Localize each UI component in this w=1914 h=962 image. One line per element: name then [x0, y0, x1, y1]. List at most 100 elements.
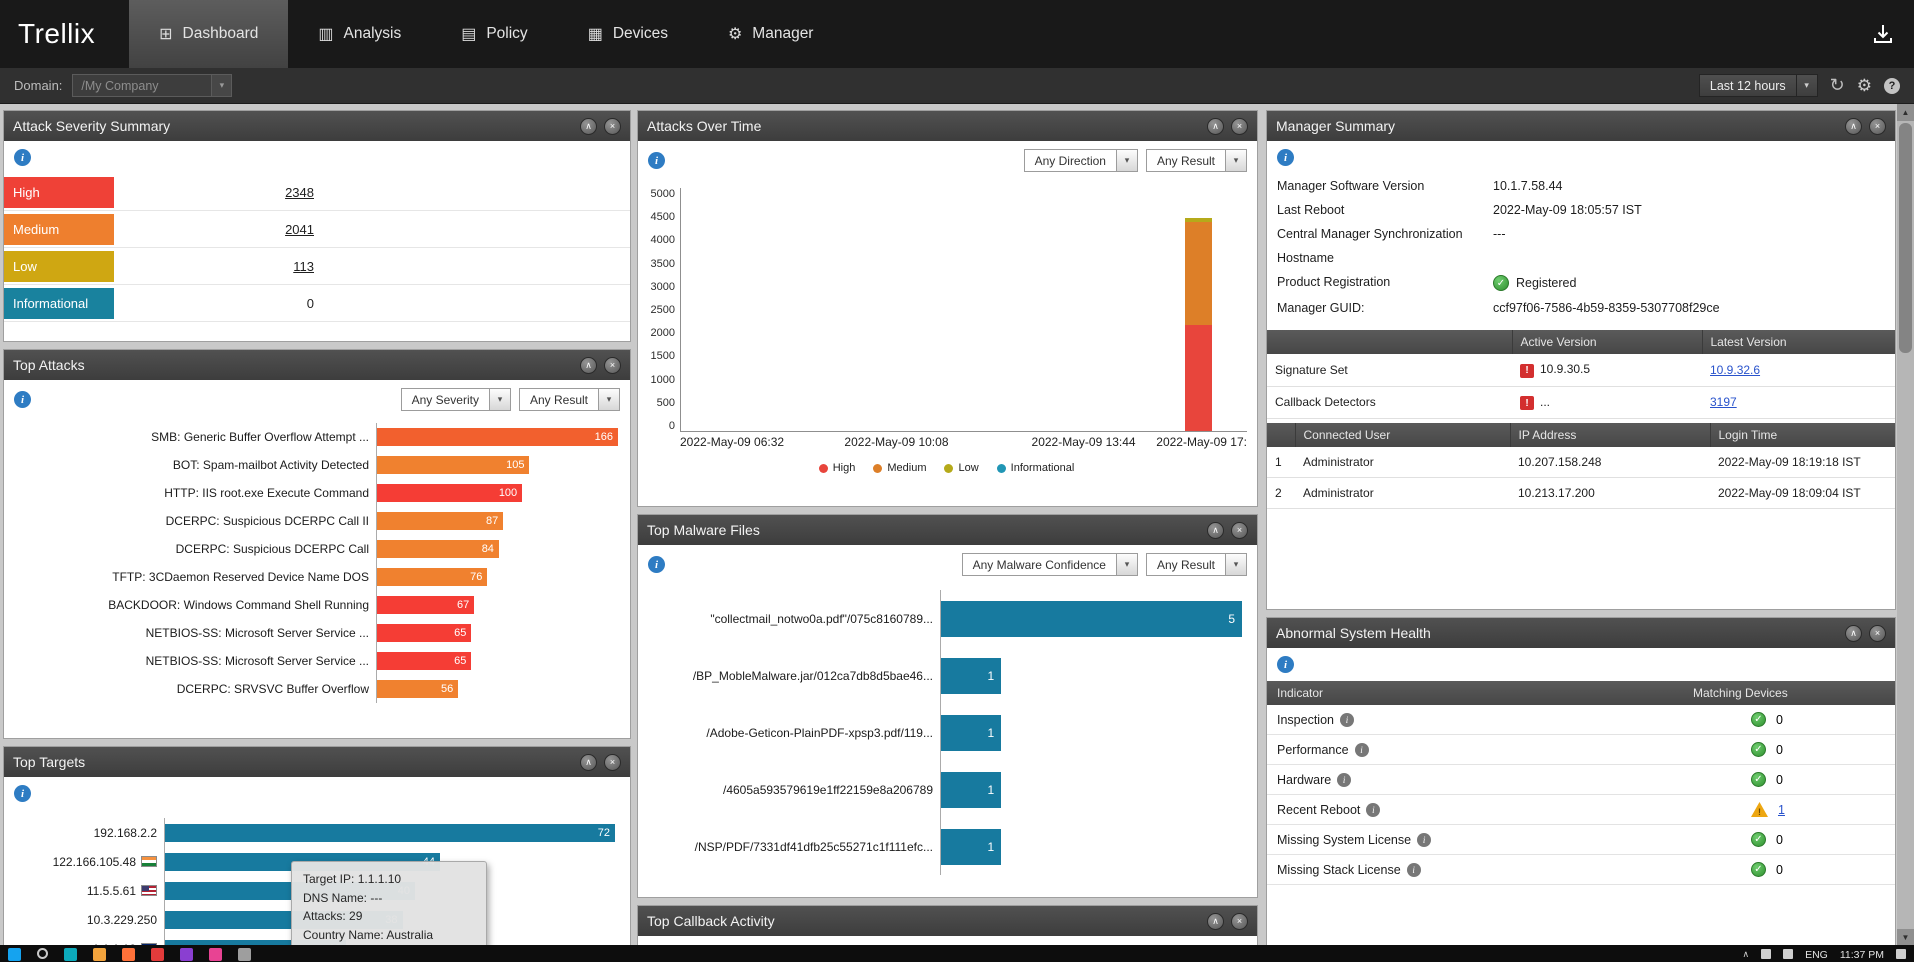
bar[interactable]: 67: [377, 596, 474, 614]
bar-label: /4605a593579619e1ff22159e8a206789: [723, 783, 933, 797]
stacked-bar-segment-medium[interactable]: [1185, 222, 1212, 325]
bar[interactable]: 1: [941, 658, 1001, 694]
bar[interactable]: 1: [941, 829, 1001, 865]
bar[interactable]: 87: [377, 512, 503, 530]
taskbar-folder-icon[interactable]: [93, 948, 106, 961]
close-icon[interactable]: ×: [1231, 522, 1248, 539]
info-icon[interactable]: i: [14, 391, 31, 408]
bar[interactable]: 1: [941, 772, 1001, 808]
download-icon[interactable]: [1872, 23, 1894, 45]
taskbar-app-teal-icon[interactable]: [64, 948, 77, 961]
info-icon[interactable]: i: [14, 785, 31, 802]
any-result-select[interactable]: Any Result ▾: [1146, 149, 1247, 172]
taskbar-start-icon[interactable]: [8, 948, 21, 961]
close-icon[interactable]: ×: [1231, 118, 1248, 135]
severity-count[interactable]: 113: [114, 259, 314, 274]
info-icon[interactable]: i: [1277, 149, 1294, 166]
latest-version-link[interactable]: 3197: [1710, 395, 1737, 409]
info-icon[interactable]: i: [1337, 773, 1351, 787]
latest-version-link[interactable]: 10.9.32.6: [1710, 363, 1760, 377]
taskbar-app-pink-icon[interactable]: [209, 948, 222, 961]
bar[interactable]: 76: [377, 568, 487, 586]
info-icon[interactable]: i: [648, 556, 665, 573]
tab-analysis[interactable]: ▥ Analysis: [288, 0, 431, 68]
domain-select[interactable]: /My Company ▾: [72, 74, 232, 97]
ok-status-icon: ✓: [1751, 862, 1766, 877]
collapse-icon[interactable]: ∧: [1207, 913, 1224, 930]
bar-label: 11.5.5.61: [87, 884, 136, 898]
severity-count[interactable]: 2348: [114, 185, 314, 200]
close-icon[interactable]: ×: [604, 754, 621, 771]
bar[interactable]: 100: [377, 484, 522, 502]
tray-icon[interactable]: [1761, 949, 1771, 959]
malware-bar-row: /Adobe-Geticon-PlainPDF-xpsp3.pdf/119...…: [638, 704, 1257, 761]
taskbar-app-gray-icon[interactable]: [238, 948, 251, 961]
help-icon[interactable]: ?: [1884, 78, 1900, 94]
tooltip-line: Attacks: 29: [303, 907, 475, 926]
any-direction-select[interactable]: Any Direction ▾: [1024, 149, 1138, 172]
collapse-icon[interactable]: ∧: [1207, 118, 1224, 135]
collapse-icon[interactable]: ∧: [580, 118, 597, 135]
collapse-icon[interactable]: ∧: [1845, 118, 1862, 135]
close-icon[interactable]: ×: [1869, 118, 1886, 135]
info-icon[interactable]: i: [648, 152, 665, 169]
vertical-scrollbar[interactable]: ▲ ▼: [1897, 104, 1914, 946]
tab-policy[interactable]: ▤ Policy: [431, 0, 557, 68]
clock[interactable]: 11:37 PM: [1840, 949, 1884, 961]
bar[interactable]: 65: [377, 652, 471, 670]
gear-icon[interactable]: ⚙: [1857, 76, 1872, 96]
language-indicator[interactable]: ENG: [1805, 949, 1828, 961]
legend-item: Low: [944, 462, 978, 474]
tray-icon[interactable]: [1783, 949, 1793, 959]
malware-bar-row: /BP_MobleMalware.jar/012ca7db8d5bae46...…: [638, 647, 1257, 704]
taskbar-search-icon[interactable]: [37, 948, 48, 959]
matching-devices-count[interactable]: 1: [1778, 803, 1785, 817]
scrollbar-thumb[interactable]: [1899, 123, 1912, 353]
scroll-up-arrow[interactable]: ▲: [1897, 104, 1914, 121]
severity-count[interactable]: 2041: [114, 222, 314, 237]
tab-devices[interactable]: ▦ Devices: [558, 0, 698, 68]
collapse-icon[interactable]: ∧: [1207, 522, 1224, 539]
info-icon[interactable]: i: [1366, 803, 1380, 817]
collapse-icon[interactable]: ∧: [580, 754, 597, 771]
tab-manager[interactable]: ⚙ Manager: [698, 0, 844, 68]
bar[interactable]: 5: [941, 601, 1242, 637]
stacked-bar-segment-high[interactable]: [1185, 325, 1212, 431]
tab-dashboard[interactable]: ⊞ Dashboard: [129, 0, 288, 68]
close-icon[interactable]: ×: [1231, 913, 1248, 930]
x-axis-label: 2022-May-09 17:: [1156, 435, 1247, 449]
notification-icon[interactable]: [1896, 949, 1906, 959]
close-icon[interactable]: ×: [604, 118, 621, 135]
any-malware-confidence-select[interactable]: Any Malware Confidence ▾: [962, 553, 1138, 576]
close-icon[interactable]: ×: [604, 357, 621, 374]
bar[interactable]: 84: [377, 540, 499, 558]
refresh-icon[interactable]: ↻: [1830, 75, 1845, 96]
info-icon[interactable]: i: [1277, 656, 1294, 673]
info-icon[interactable]: i: [1355, 743, 1369, 757]
collapse-icon[interactable]: ∧: [1845, 625, 1862, 642]
bar[interactable]: 65: [377, 624, 471, 642]
close-icon[interactable]: ×: [1869, 625, 1886, 642]
taskbar-browser-orange-icon[interactable]: [122, 948, 135, 961]
bar[interactable]: 72: [165, 824, 615, 842]
any-result-select[interactable]: Any Result ▾: [519, 388, 620, 411]
info-icon[interactable]: i: [1417, 833, 1431, 847]
bar[interactable]: 1: [941, 715, 1001, 751]
collapse-icon[interactable]: ∧: [580, 357, 597, 374]
scroll-down-arrow[interactable]: ▼: [1897, 929, 1914, 946]
tooltip-line: DNS Name: ---: [303, 889, 475, 908]
tray-chevron-icon[interactable]: ∧: [1742, 949, 1749, 960]
taskbar-browser-red-icon[interactable]: [151, 948, 164, 961]
bar[interactable]: 105: [377, 456, 529, 474]
taskbar-app-purple-icon[interactable]: [180, 948, 193, 961]
any-result-select[interactable]: Any Result ▾: [1146, 553, 1247, 576]
time-range-select[interactable]: Last 12 hours ▾: [1699, 74, 1818, 97]
bar[interactable]: 56: [377, 680, 458, 698]
info-icon[interactable]: i: [1407, 863, 1421, 877]
info-icon[interactable]: i: [1340, 713, 1354, 727]
col-matching-devices: Matching Devices: [1693, 686, 1885, 700]
attack-bar-row: SMB: Generic Buffer Overflow Attempt ...…: [4, 423, 630, 451]
any-severity-select[interactable]: Any Severity ▾: [401, 388, 511, 411]
bar[interactable]: 166: [377, 428, 618, 446]
info-icon[interactable]: i: [14, 149, 31, 166]
